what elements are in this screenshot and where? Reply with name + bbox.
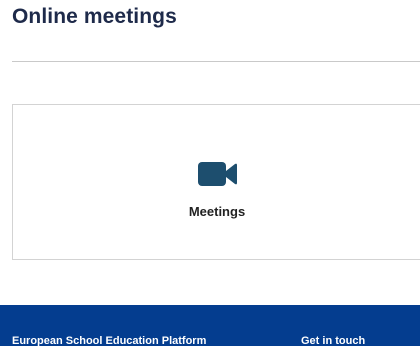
footer: European School Education Platform Get i… <box>0 305 420 347</box>
video-camera-icon <box>198 162 237 186</box>
title-divider <box>12 61 420 62</box>
page-title: Online meetings <box>12 5 177 28</box>
footer-link-get-in-touch[interactable]: Get in touch <box>301 335 365 347</box>
meetings-card[interactable]: Meetings <box>12 104 420 260</box>
meetings-card-label: Meetings <box>188 204 246 219</box>
footer-link-platform[interactable]: European School Education Platform <box>12 335 206 347</box>
